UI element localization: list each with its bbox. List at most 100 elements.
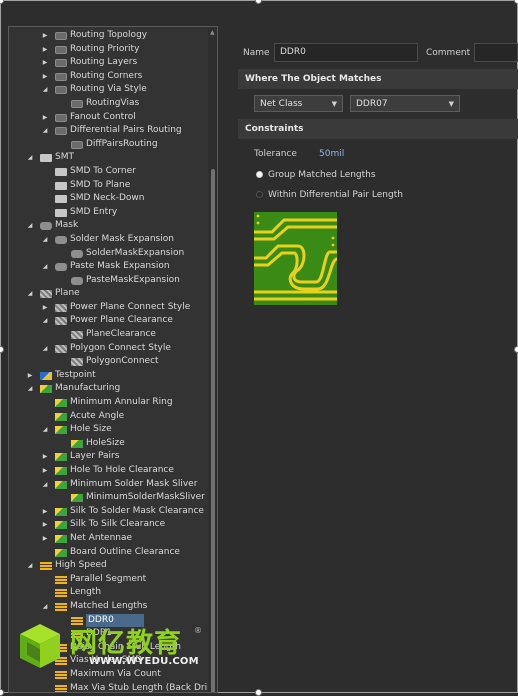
tree-item[interactable]: ◢ Manufacturing bbox=[9, 382, 208, 396]
diff-pair-label[interactable]: Within Differential Pair Length bbox=[268, 190, 403, 200]
net-class-dropdown[interactable]: Net Class ▼ bbox=[254, 95, 343, 112]
tree-item[interactable]: ◢ Differential Pairs Routing bbox=[9, 124, 208, 138]
tree-item[interactable]: Acute Angle bbox=[9, 410, 208, 424]
tree-item-label: Solder Mask Expansion bbox=[70, 233, 174, 244]
tree-item-label: Board Outline Clearance bbox=[70, 546, 180, 557]
tree-item[interactable]: ◢ Routing Via Style bbox=[9, 83, 208, 97]
chevron-down-icon[interactable]: ◢ bbox=[41, 124, 49, 137]
tree-item[interactable]: ▶ Power Plane Connect Style bbox=[9, 301, 208, 315]
group-matched-label[interactable]: Group Matched Lengths bbox=[268, 170, 376, 180]
tree-item[interactable]: ◢ High Speed bbox=[9, 559, 208, 573]
tree-item[interactable]: Max Via Stub Length (Back Dril bbox=[9, 682, 210, 692]
tree-item[interactable]: SMD Entry bbox=[9, 206, 208, 220]
tree-item[interactable]: ▶ Routing Priority bbox=[9, 43, 208, 57]
mfg-rule-icon bbox=[55, 534, 67, 543]
chevron-down-icon[interactable]: ◢ bbox=[41, 314, 49, 327]
chevron-right-icon[interactable]: ▶ bbox=[41, 111, 49, 124]
comment-input[interactable] bbox=[474, 43, 518, 62]
chevron-right-icon[interactable]: ▶ bbox=[41, 464, 49, 477]
chevron-down-icon[interactable]: ◢ bbox=[26, 287, 34, 300]
mfg-rule-icon bbox=[55, 467, 67, 475]
tree-item[interactable]: ▶ Silk To Silk Clearance bbox=[9, 518, 208, 532]
chevron-down-icon[interactable]: ◢ bbox=[26, 382, 34, 395]
tree-item[interactable]: ◢ Paste Mask Expansion bbox=[9, 260, 208, 274]
scroll-up-icon[interactable]: ▲ bbox=[210, 29, 215, 36]
chevron-right-icon[interactable]: ▶ bbox=[41, 43, 49, 56]
chevron-right-icon[interactable]: ▶ bbox=[41, 518, 49, 531]
chevron-down-icon[interactable]: ◢ bbox=[41, 478, 49, 491]
tree-item-label: Routing Corners bbox=[70, 70, 143, 81]
tree-item[interactable]: ◢ Hole Size bbox=[9, 423, 208, 437]
tree-item[interactable]: SMD To Plane bbox=[9, 179, 208, 193]
tree-item[interactable]: ◢ Power Plane Clearance bbox=[9, 314, 208, 328]
tree-scrollbar[interactable]: ▲ bbox=[208, 27, 217, 692]
tree-item[interactable]: SMD Neck-Down bbox=[9, 192, 208, 206]
hs-rule-icon bbox=[40, 562, 52, 571]
chevron-down-icon[interactable]: ◢ bbox=[41, 260, 49, 273]
tree-item[interactable]: ◢ Polygon Connect Style bbox=[9, 342, 208, 356]
tree-item-label: Power Plane Connect Style bbox=[70, 301, 191, 312]
group-matched-radio[interactable] bbox=[256, 171, 263, 178]
tree-item[interactable]: ◢ Plane bbox=[9, 287, 208, 301]
tolerance-value[interactable]: 50mil bbox=[319, 149, 344, 159]
tree-item[interactable]: HoleSize bbox=[9, 437, 208, 451]
chevron-down-icon[interactable]: ◢ bbox=[41, 423, 49, 436]
tree-item[interactable]: Board Outline Clearance bbox=[9, 546, 208, 560]
scroll-thumb[interactable] bbox=[211, 169, 215, 692]
tree-item[interactable]: DiffPairsRouting bbox=[9, 138, 208, 152]
resize-handle-mr[interactable] bbox=[514, 346, 518, 353]
mfg-rule-icon bbox=[55, 548, 67, 557]
resize-handle-tr[interactable] bbox=[514, 0, 518, 4]
tree-item[interactable]: RoutingVias bbox=[9, 97, 208, 111]
net-class-value: Net Class bbox=[260, 99, 303, 109]
chevron-down-icon[interactable]: ◢ bbox=[41, 600, 49, 613]
chevron-right-icon[interactable]: ▶ bbox=[41, 301, 49, 314]
tree-item[interactable]: ◢ Matched Lengths bbox=[9, 600, 208, 614]
tree-item[interactable]: Length bbox=[9, 586, 208, 600]
tree-item[interactable]: ◢ Minimum Solder Mask Sliver bbox=[9, 478, 208, 492]
mfg-rule-icon bbox=[40, 385, 52, 394]
chevron-right-icon[interactable]: ▶ bbox=[41, 450, 49, 463]
tree-item[interactable]: SolderMaskExpansion bbox=[9, 247, 208, 261]
diff-pair-radio[interactable] bbox=[256, 191, 263, 198]
tree-item[interactable]: Parallel Segment bbox=[9, 573, 208, 587]
chevron-right-icon[interactable]: ▶ bbox=[26, 369, 34, 382]
chevron-down-icon[interactable]: ◢ bbox=[26, 151, 34, 164]
tree-item[interactable]: MinimumSolderMaskSliver bbox=[9, 491, 208, 505]
chevron-down-icon[interactable]: ◢ bbox=[26, 559, 34, 572]
chevron-down-icon[interactable]: ◢ bbox=[41, 233, 49, 246]
tree-item[interactable]: ▶ Hole To Hole Clearance bbox=[9, 464, 208, 478]
tree-item[interactable]: ▶ Routing Corners bbox=[9, 70, 208, 84]
mask-rule-icon bbox=[55, 235, 67, 244]
chevron-right-icon[interactable]: ▶ bbox=[41, 505, 49, 518]
tree-item[interactable]: ▶ Fanout Control bbox=[9, 111, 208, 125]
chevron-right-icon[interactable]: ▶ bbox=[41, 56, 49, 69]
tree-item[interactable]: ▶ Silk To Solder Mask Clearance bbox=[9, 505, 208, 519]
chevron-right-icon[interactable]: ▶ bbox=[41, 532, 49, 545]
smt-rule-icon bbox=[55, 181, 67, 190]
tree-item[interactable]: ▶ Routing Layers bbox=[9, 56, 208, 70]
tree-item[interactable]: ▶ Net Antennae bbox=[9, 532, 208, 546]
rule-rule-icon bbox=[55, 72, 67, 81]
tree-item[interactable]: ◢ Solder Mask Expansion bbox=[9, 233, 208, 247]
tree-item[interactable]: ◢ SMT bbox=[9, 151, 208, 165]
chevron-down-icon[interactable]: ◢ bbox=[41, 342, 49, 355]
chevron-right-icon[interactable]: ▶ bbox=[41, 70, 49, 83]
mfg-rule-icon bbox=[55, 521, 67, 530]
tree-item[interactable]: Minimum Annular Ring bbox=[9, 396, 208, 410]
tree-item[interactable]: PasteMaskExpansion bbox=[9, 274, 208, 288]
net-value-dropdown[interactable]: DDR07 ▼ bbox=[350, 95, 460, 112]
tree-item[interactable]: SMD To Corner bbox=[9, 165, 208, 179]
name-input[interactable]: DDR0 bbox=[274, 43, 418, 62]
chevron-down-icon[interactable]: ◢ bbox=[41, 83, 49, 96]
chevron-down-icon[interactable]: ◢ bbox=[26, 219, 34, 232]
tree-item[interactable]: ▶ Testpoint bbox=[9, 369, 208, 383]
tree-item[interactable]: ▶ Routing Topology bbox=[9, 29, 208, 43]
tree-item[interactable]: PlaneClearance bbox=[9, 328, 208, 342]
tree-item-label: Testpoint bbox=[55, 369, 96, 380]
tree-item[interactable]: PolygonConnect bbox=[9, 355, 208, 369]
tree-item[interactable]: ▶ Layer Pairs bbox=[9, 450, 208, 464]
tree-item-label: Silk To Solder Mask Clearance bbox=[70, 505, 204, 516]
tree-item[interactable]: ◢ Mask bbox=[9, 219, 208, 233]
chevron-right-icon[interactable]: ▶ bbox=[41, 29, 49, 42]
